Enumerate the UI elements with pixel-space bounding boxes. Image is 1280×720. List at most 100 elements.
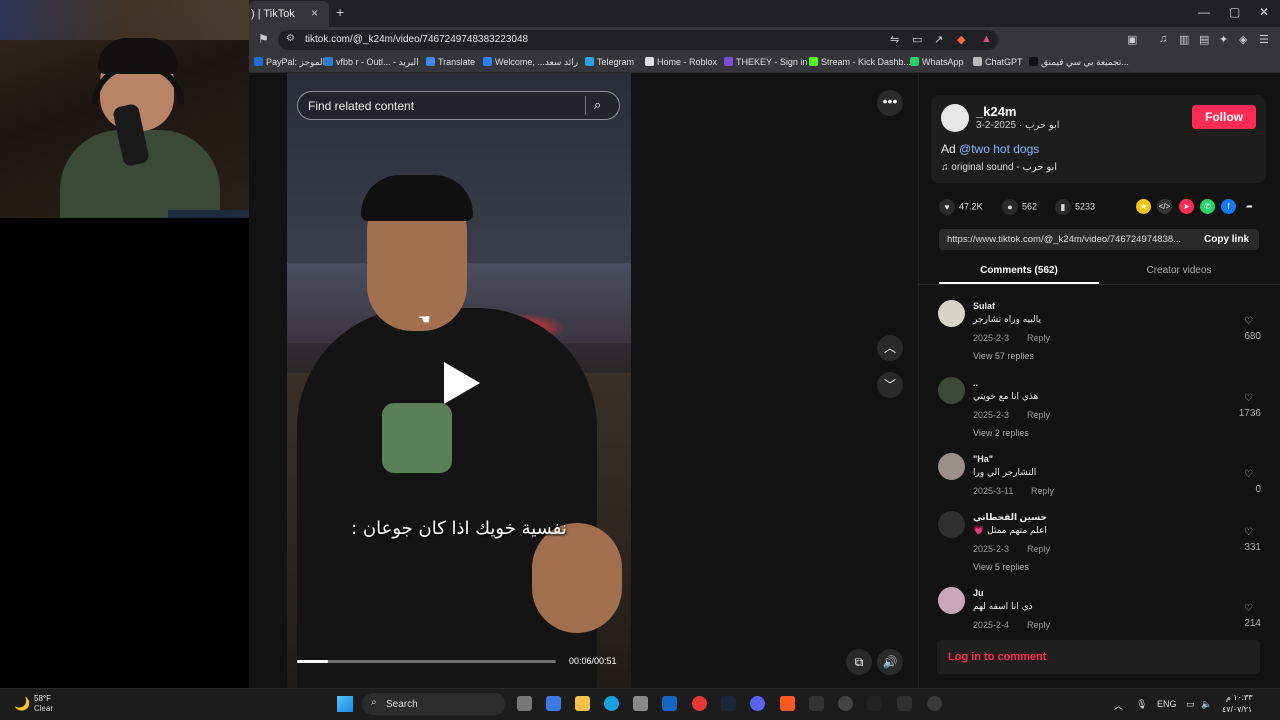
follow-button[interactable]: Follow <box>1192 105 1256 129</box>
comment-like-icon[interactable]: ♡ <box>1244 603 1253 614</box>
brave-rewards-icon[interactable]: ▲ <box>981 33 992 45</box>
view-replies-button[interactable]: View 57 replies <box>973 351 1034 361</box>
weather-description[interactable]: Clear <box>34 704 53 713</box>
bookmark-item[interactable]: WhatsApp <box>910 57 964 67</box>
comment-like-icon[interactable]: ♡ <box>1244 393 1253 404</box>
copy-link-button[interactable]: Copy link <box>1204 234 1249 245</box>
send-icon[interactable]: ➤ <box>1179 199 1194 214</box>
minimize-button[interactable]: — <box>1198 5 1210 19</box>
terminal-icon[interactable] <box>867 696 882 711</box>
taskbar-search[interactable] <box>362 693 506 715</box>
xbox-icon[interactable] <box>897 696 912 711</box>
bookmark-item[interactable]: vfbb r - Outl... - البريد <box>324 57 419 68</box>
bookmark-icon[interactable]: ⚑ <box>258 32 269 46</box>
comment-author[interactable]: حسين القحطاني <box>973 512 1047 523</box>
share-link-url[interactable]: https://www.tiktok.com/@_k24m/video/7467… <box>947 234 1192 245</box>
comment-avatar[interactable] <box>938 587 965 614</box>
sidebar-icon[interactable]: ▥ <box>1179 33 1189 46</box>
comment-author[interactable]: "Ha" <box>973 454 993 464</box>
next-video-button[interactable]: ﹀ <box>877 372 903 398</box>
tab-close-icon[interactable]: × <box>311 6 318 20</box>
edge-icon[interactable] <box>604 696 619 711</box>
view-replies-button[interactable]: View 5 replies <box>973 562 1029 572</box>
comment-avatar[interactable] <box>938 453 965 480</box>
comment-button[interactable]: ● 562 <box>1002 199 1037 215</box>
outlook-icon[interactable] <box>662 696 677 711</box>
translate-icon[interactable]: ⇋ <box>890 33 899 46</box>
clock-time[interactable]: ١٠:٣٣ م <box>1226 693 1253 702</box>
wallet-icon[interactable]: ▤ <box>1199 33 1209 46</box>
media-icon[interactable]: ♫ <box>1159 33 1167 45</box>
reply-button[interactable]: Reply <box>1027 333 1050 343</box>
brave-shield-icon[interactable]: ◆ <box>957 33 965 46</box>
login-to-comment-link[interactable]: Log in to comment <box>948 651 1046 663</box>
speaker-tray-icon[interactable]: 🔈 <box>1201 699 1212 710</box>
moon-weather-icon[interactable]: 🌙 <box>14 696 30 712</box>
obs-icon[interactable] <box>927 696 942 711</box>
tab-creator-videos[interactable]: Creator videos <box>1099 265 1259 276</box>
comment-author[interactable]: Sulaf <box>973 301 995 311</box>
menu-icon[interactable]: ☰ <box>1259 33 1269 46</box>
comment-avatar[interactable] <box>938 300 965 327</box>
facebook-icon[interactable]: f <box>1221 199 1236 214</box>
bookmark-item[interactable]: تجميعة بي سي فيمنق... <box>1029 57 1129 68</box>
leo-ai-icon[interactable]: ✦ <box>1219 33 1228 46</box>
windows-start-icon[interactable] <box>337 696 353 712</box>
vpn-icon[interactable]: ◈ <box>1239 33 1247 46</box>
tab-comments[interactable]: Comments (562) <box>939 265 1099 276</box>
bookmark-item[interactable]: Home - Roblox <box>645 57 717 67</box>
comment-like-icon[interactable]: ♡ <box>1244 316 1253 327</box>
store-icon[interactable] <box>633 696 648 711</box>
reply-button[interactable]: Reply <box>1027 544 1050 554</box>
cast-icon[interactable]: ▭ <box>912 33 922 46</box>
author-username[interactable]: _k24m <box>976 104 1016 119</box>
like-button[interactable]: ♥ 47.2K <box>939 199 983 215</box>
tab-search-icon[interactable]: ▣ <box>1127 33 1137 46</box>
clock-date[interactable]: ٤٧/٠٧/٢١ <box>1222 705 1252 714</box>
reply-button[interactable]: Reply <box>1027 410 1050 420</box>
repost-icon[interactable]: ★ <box>1136 199 1151 214</box>
search-icon[interactable]: ⌕ <box>594 97 601 113</box>
file-explorer-icon[interactable] <box>575 696 590 711</box>
bookmark-item[interactable]: ChatGPT <box>973 57 1023 67</box>
comment-avatar[interactable] <box>938 511 965 538</box>
widgets-icon[interactable] <box>546 696 561 711</box>
bookmark-item[interactable]: THEKEY - Sign in <box>724 57 807 67</box>
chrome-icon[interactable] <box>692 696 707 711</box>
tray-chevron-icon[interactable]: ︿ <box>1114 699 1123 712</box>
sound-link[interactable]: ♫ original sound - ابو حرب <box>941 162 1057 173</box>
reply-button[interactable]: Reply <box>1027 620 1050 630</box>
chatgpt-icon[interactable] <box>838 696 853 711</box>
miniplayer-icon[interactable]: ⧉ <box>846 649 872 675</box>
previous-video-button[interactable]: ︿ <box>877 335 903 361</box>
bookmark-item[interactable]: Translate <box>426 57 475 67</box>
url-text[interactable]: tiktok.com/@_k24m/video/7467249748383223… <box>305 34 528 45</box>
more-options-button[interactable]: ••• <box>877 90 903 116</box>
bookmark-item[interactable]: Telegram <box>585 57 634 67</box>
steam-icon[interactable] <box>721 696 736 711</box>
bookmark-item[interactable]: Stream - Kick Dashb... <box>809 57 911 67</box>
play-icon[interactable] <box>444 362 480 404</box>
comment-like-icon[interactable]: ♡ <box>1244 469 1253 480</box>
close-window-button[interactable]: ✕ <box>1259 5 1269 19</box>
new-tab-button[interactable]: + <box>336 4 344 20</box>
comment-author[interactable]: Ju <box>973 588 984 598</box>
embed-icon[interactable]: </> <box>1157 199 1172 214</box>
network-icon[interactable]: ▭ <box>1186 699 1195 710</box>
comment-like-icon[interactable]: ♡ <box>1244 527 1253 538</box>
brave-icon[interactable] <box>780 696 795 711</box>
bookmark-item[interactable]: PayPal: الموجز <box>254 57 325 68</box>
mic-tray-icon[interactable]: 🎙 <box>1136 699 1147 710</box>
progress-bar[interactable] <box>297 660 556 663</box>
save-button[interactable]: ▮ 5233 <box>1055 199 1095 215</box>
bookmark-item[interactable]: Welcome, ...رائد سعد <box>483 57 578 68</box>
maximize-button[interactable]: ▢ <box>1229 5 1240 19</box>
desc-hashtag[interactable]: @two hot dogs <box>959 142 1039 156</box>
share-icon[interactable]: ↗ <box>934 33 943 46</box>
discord-icon[interactable] <box>750 696 765 711</box>
author-avatar[interactable] <box>941 104 969 132</box>
volume-icon[interactable]: 🔊 <box>877 649 903 675</box>
reply-button[interactable]: Reply <box>1031 486 1054 496</box>
comment-author[interactable]: .. <box>973 378 978 388</box>
epic-games-icon[interactable] <box>809 696 824 711</box>
